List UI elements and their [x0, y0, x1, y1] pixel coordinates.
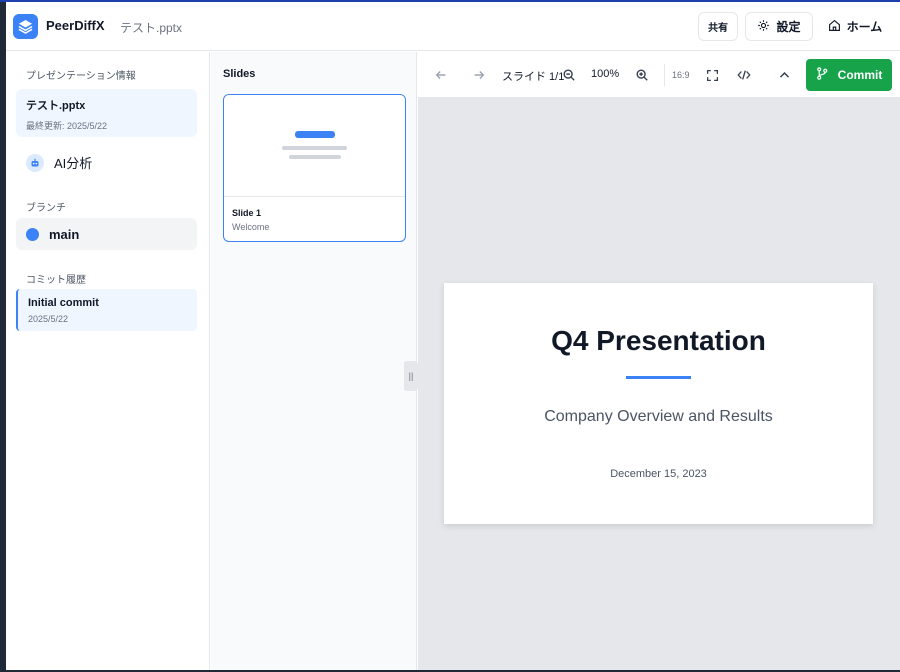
commit-title: Initial commit — [28, 297, 99, 309]
git-branch-icon — [816, 67, 828, 83]
share-button[interactable]: 共有 — [698, 12, 738, 41]
zoom-out-icon[interactable] — [560, 66, 578, 84]
app-name[interactable]: PeerDiffX — [46, 18, 105, 33]
commit-label: Commit — [837, 68, 883, 82]
robot-icon — [26, 153, 44, 172]
slide-counter: スライド 1/1 — [502, 71, 565, 83]
panel-resize-handle[interactable]: || — [404, 361, 418, 391]
last-updated: 最終更新: 2025/5/22 — [26, 121, 108, 131]
slide-thumbnail-preview — [224, 95, 405, 197]
commit-item[interactable]: Initial commit 2025/5/22 — [16, 289, 197, 331]
info-section-label: プレゼンテーション情報 — [26, 71, 136, 82]
thumbnail-line — [282, 146, 347, 150]
settings-button[interactable]: 設定 — [745, 12, 813, 41]
gear-icon — [757, 19, 770, 35]
left-sidebar: プレゼンテーション情報 テスト.pptx 最終更新: 2025/5/22 AI分… — [6, 52, 210, 670]
slide-thumbnail-subtitle: Welcome — [232, 222, 270, 232]
aspect-ratio[interactable]: 16:9 — [672, 70, 690, 80]
commit-date: 2025/5/22 — [28, 314, 69, 324]
settings-label: 設定 — [776, 20, 801, 34]
file-name: テスト.pptx — [120, 21, 183, 35]
layers-icon[interactable] — [13, 14, 38, 39]
home-button[interactable]: ホーム — [820, 12, 890, 41]
slide-subtitle[interactable]: Company Overview and Results — [444, 408, 873, 426]
home-label: ホーム — [846, 20, 883, 34]
slide-thumbnail-title: Slide 1 — [232, 208, 262, 218]
slide-canvas[interactable]: Q4 Presentation Company Overview and Res… — [444, 283, 873, 524]
home-icon — [828, 19, 841, 35]
branch-indicator — [26, 227, 39, 241]
slide-editor: スライド 1/1 100% 16:9 Commit Q4 Presentatio… — [418, 52, 900, 670]
branch-item-main[interactable]: main — [16, 218, 197, 250]
slide-title-underline — [626, 376, 691, 379]
presentation-title: テスト.pptx — [26, 100, 86, 112]
slides-panel-title: Slides — [223, 68, 256, 80]
thumbnail-title-bar — [295, 131, 335, 138]
zoom-in-icon[interactable] — [633, 66, 651, 84]
slide-title[interactable]: Q4 Presentation — [444, 325, 873, 357]
chevron-up-icon[interactable] — [775, 66, 793, 84]
arrow-right-icon[interactable] — [470, 66, 488, 84]
ai-analysis-button[interactable]: AI分析 — [26, 153, 92, 172]
branch-section-label: ブランチ — [26, 203, 66, 214]
editor-toolbar: スライド 1/1 100% 16:9 Commit — [418, 52, 900, 98]
toolbar-divider — [664, 64, 665, 86]
share-label: 共有 — [708, 23, 728, 34]
fullscreen-icon[interactable] — [703, 66, 721, 84]
thumbnail-line — [289, 155, 341, 159]
commit-button[interactable]: Commit — [806, 59, 892, 91]
slides-panel: Slides Slide 1 Welcome — [211, 52, 417, 670]
zoom-level: 100% — [591, 68, 620, 80]
code-icon[interactable] — [735, 66, 753, 84]
history-section-label: コミット履歴 — [26, 275, 86, 286]
ai-analysis-label: AI分析 — [54, 156, 93, 171]
arrow-left-icon[interactable] — [432, 66, 450, 84]
header: PeerDiffX テスト.pptx 共有 設定 ホーム — [6, 2, 900, 51]
app-window: PeerDiffX テスト.pptx 共有 設定 ホーム プレゼンテーション情報… — [6, 2, 900, 670]
presentation-info-card[interactable]: テスト.pptx 最終更新: 2025/5/22 — [16, 89, 197, 137]
slide-date[interactable]: December 15, 2023 — [444, 468, 873, 480]
slide-thumbnail[interactable]: Slide 1 Welcome — [223, 94, 406, 242]
branch-name: main — [49, 226, 80, 242]
